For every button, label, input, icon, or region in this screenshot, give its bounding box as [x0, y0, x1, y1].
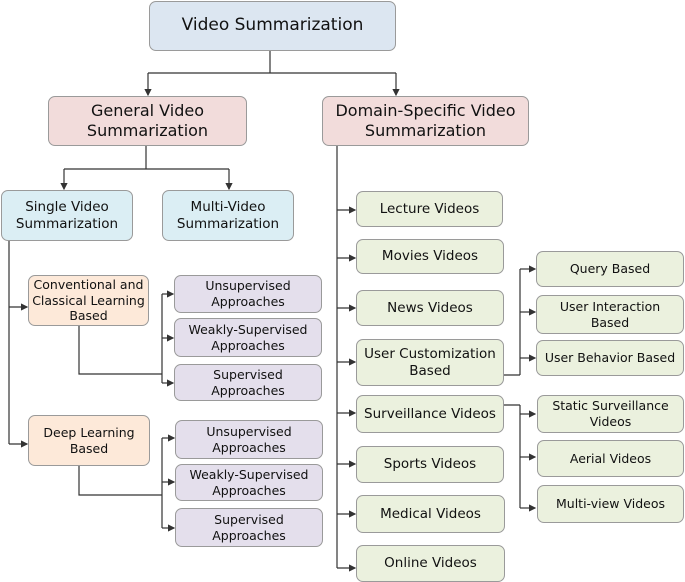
node-sports-videos: Sports Videos: [356, 446, 504, 483]
node-multi-video-summarization: Multi-Video Summarization: [162, 190, 294, 241]
node-domain-specific-video-summarization: Domain-Specific Video Summarization: [322, 96, 529, 146]
node-user-behavior-based: User Behavior Based: [536, 340, 684, 376]
node-deep-unsupervised: Unsupervised Approaches: [175, 420, 323, 459]
node-conventional-learning: Conventional and Classical Learning Base…: [28, 275, 149, 326]
node-online-videos: Online Videos: [356, 545, 505, 582]
node-news-videos: News Videos: [356, 290, 504, 326]
node-multi-view-videos: Multi-view Videos: [537, 485, 684, 523]
node-user-interaction-based: User Interaction Based: [536, 295, 684, 334]
node-static-surveillance-videos: Static Surveillance Videos: [537, 395, 684, 433]
node-user-customization: User Customization Based: [356, 339, 504, 386]
node-conventional-unsupervised: Unsupervised Approaches: [174, 275, 322, 313]
node-query-based: Query Based: [536, 251, 684, 287]
video-summarization-taxonomy: Video Summarization General Video Summar…: [0, 0, 685, 582]
node-deep-learning: Deep Learning Based: [28, 415, 150, 466]
node-movies-videos: Movies Videos: [356, 239, 504, 274]
node-conventional-weakly-supervised: Weakly-Supervised Approaches: [174, 318, 322, 357]
node-video-summarization: Video Summarization: [149, 1, 396, 51]
node-deep-weakly-supervised: Weakly-Supervised Approaches: [175, 464, 323, 501]
node-medical-videos: Medical Videos: [356, 495, 505, 533]
node-surveillance-videos: Surveillance Videos: [356, 395, 504, 433]
node-single-video-summarization: Single Video Summarization: [1, 190, 133, 241]
node-lecture-videos: Lecture Videos: [356, 191, 503, 227]
node-general-video-summarization: General Video Summarization: [48, 96, 247, 146]
node-conventional-supervised: Supervised Approaches: [174, 364, 322, 401]
node-aerial-videos: Aerial Videos: [537, 440, 684, 477]
node-deep-supervised: Supervised Approaches: [175, 508, 323, 547]
